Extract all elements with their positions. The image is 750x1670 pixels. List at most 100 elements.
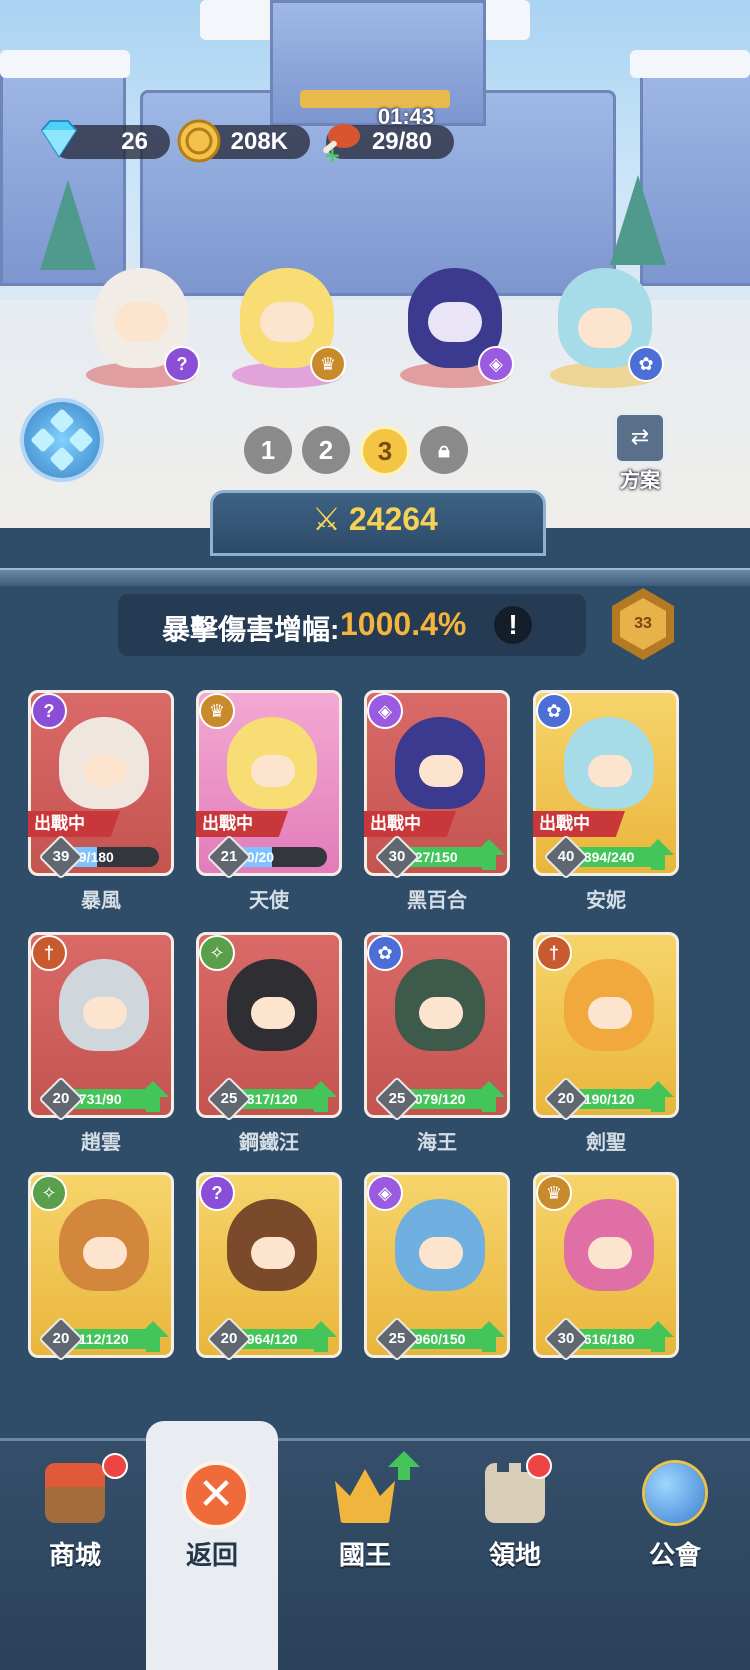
hero-level-value: 20	[220, 1330, 238, 1347]
upgrade-arrow-icon	[642, 1321, 674, 1352]
hero-card[interactable]: ◈ 出戰中 527/150 30	[364, 690, 510, 880]
hero-name: 黑百合	[407, 890, 467, 912]
hero-name: 趙雲	[81, 1132, 121, 1154]
snow-roof	[0, 50, 130, 78]
hero-card[interactable]: ? 出戰中 79/180 39	[28, 690, 174, 880]
deployed-tag: 出戰中	[28, 811, 120, 837]
hero-portrait	[227, 959, 317, 1051]
hero-card[interactable]: ✿ 出戰中 2894/240 40	[533, 690, 679, 880]
nav-territory-label: 領地	[488, 1540, 541, 1570]
upgrade-arrow-icon	[388, 1451, 420, 1480]
stage-hero-black-lily[interactable]: ◈	[390, 250, 520, 390]
lock-icon: 🔒︎	[438, 437, 450, 462]
snow-roof	[630, 50, 750, 78]
hero-level-value: 21	[220, 848, 238, 865]
hero-class-icon: ✧	[199, 935, 235, 971]
hero-portrait	[395, 717, 485, 809]
upgrade-arrow-icon	[473, 1081, 505, 1112]
hero-level-value: 40	[557, 848, 575, 865]
castle-roof	[200, 0, 280, 40]
nav-shop[interactable]: 商城	[0, 1441, 150, 1670]
gem-icon	[36, 118, 82, 165]
hero-name: 海王	[417, 1132, 457, 1154]
hero-card[interactable]: ✧ 1317/120 25	[196, 932, 342, 1122]
crit-value: 1000.4%	[340, 606, 467, 642]
sword-icon: ⚔	[312, 501, 341, 537]
class-eye-icon: ◈	[478, 346, 514, 382]
hero-portrait	[227, 717, 317, 809]
hero-stage-scene: 26 208K 29/80 + 01:43 ? ♛ ◈ ✿ 1 2 3 🔒︎ ⇄…	[0, 0, 750, 560]
nav-territory[interactable]: 領地	[440, 1441, 590, 1670]
crit-bonus-box: 暴擊傷害增幅: 1000.4% !	[118, 594, 586, 656]
hero-class-icon: ♛	[536, 1175, 572, 1211]
team-1-button[interactable]: 1	[244, 426, 292, 474]
stage-hero-annie[interactable]: ✿	[540, 250, 670, 390]
hero-level-value: 25	[220, 1090, 238, 1107]
stamina-timer: 01:43	[377, 104, 435, 129]
upgrade-arrow-icon	[642, 839, 674, 870]
nav-guild[interactable]: 公會	[600, 1441, 750, 1670]
notification-dot	[526, 1453, 552, 1479]
hero-card[interactable]: ♛ 4616/180 30	[533, 1172, 679, 1362]
upgrade-arrow-icon	[473, 1321, 505, 1352]
hero-portrait	[59, 959, 149, 1051]
nav-king[interactable]: 國王	[290, 1441, 440, 1670]
hero-card[interactable]: ? 5964/120 20	[196, 1172, 342, 1362]
nav-back-label: 返回	[185, 1540, 238, 1570]
gold-value: 208K	[230, 128, 288, 155]
stage-hero-storm[interactable]: ?	[76, 250, 206, 390]
plan-label: 方案	[620, 470, 660, 492]
hero-class-icon: ◈	[367, 1175, 403, 1211]
hero-class-icon: †	[31, 935, 67, 971]
close-icon: ✕	[182, 1461, 250, 1529]
upgrade-arrow-icon	[137, 1081, 169, 1112]
deployed-tag: 出戰中	[196, 811, 288, 837]
bottom-nav: 商城 ✕ 返回 國王 領地 公會	[0, 1421, 750, 1670]
team-locked-button[interactable]: 🔒︎	[420, 426, 468, 474]
hero-card[interactable]: ✿ 1079/120 25	[364, 932, 510, 1122]
hero-level-value: 25	[388, 1330, 406, 1347]
team-3-button[interactable]: 3	[360, 426, 410, 476]
hero-name: 天使	[249, 890, 289, 912]
svg-text:+: +	[324, 143, 341, 164]
upgrade-arrow-icon	[137, 1321, 169, 1352]
hero-card[interactable]: ◈ 4960/150 25	[364, 1172, 510, 1362]
nav-back[interactable]: ✕ 返回	[146, 1421, 278, 1670]
hero-name: 鋼鐵汪	[239, 1132, 299, 1154]
deployed-tag: 出戰中	[364, 811, 456, 837]
hero-class-icon: ?	[199, 1175, 235, 1211]
team-power: ⚔ 24264	[210, 496, 540, 542]
hero-portrait	[564, 1199, 654, 1291]
upgrade-arrow-icon	[305, 1081, 337, 1112]
hero-class-icon: ?	[31, 693, 67, 729]
hero-name: 暴風	[81, 890, 121, 912]
meat-icon: +	[316, 118, 364, 169]
hero-name: 劍聖	[586, 1132, 626, 1154]
plan-button[interactable]: ⇄ 方案	[612, 412, 668, 492]
upgrade-arrow-icon	[642, 1081, 674, 1112]
crit-info-button[interactable]: !	[494, 606, 532, 644]
gems-value: 26	[121, 128, 148, 155]
hero-class-icon: ◈	[367, 693, 403, 729]
collection-level-value: 33	[620, 598, 666, 650]
team-2-button[interactable]: 2	[302, 426, 350, 474]
stage-hero-angel[interactable]: ♛	[222, 250, 352, 390]
power-value: 24264	[348, 501, 438, 537]
hero-card[interactable]: ♛ 出戰中 10/20 21	[196, 690, 342, 880]
hero-card[interactable]: ✧ 6112/120 20	[28, 1172, 174, 1362]
hero-class-icon: ✿	[536, 693, 572, 729]
planet-icon	[645, 1463, 705, 1523]
class-support-icon: ♛	[310, 346, 346, 382]
hero-level-value: 20	[557, 1090, 575, 1107]
crit-label: 暴擊傷害增幅:	[162, 614, 340, 645]
hero-card[interactable]: † 6190/120 20	[533, 932, 679, 1122]
hero-portrait	[395, 959, 485, 1051]
hero-level-value: 30	[557, 1330, 575, 1347]
hero-level-value: 20	[52, 1330, 70, 1347]
hero-name: 安妮	[586, 890, 626, 912]
nav-king-label: 國王	[338, 1540, 391, 1570]
swap-icon: ⇄	[614, 412, 666, 464]
hero-card[interactable]: † 1731/90 20	[28, 932, 174, 1122]
coin-icon	[176, 118, 222, 169]
formation-joystick-button[interactable]	[24, 402, 100, 478]
